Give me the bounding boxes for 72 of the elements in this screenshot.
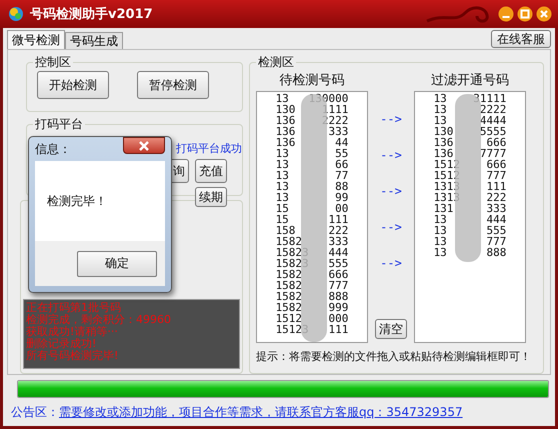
phone-number: 13 55 bbox=[274, 148, 350, 159]
hint-text: 提示：将需要检测的文件拖入或粘贴待检测编辑框即可！ bbox=[256, 349, 532, 364]
phone-number: 13 4444 bbox=[432, 115, 508, 126]
phone-number: 13 66 bbox=[274, 159, 350, 170]
log-line: 正在打码第1批号码 bbox=[26, 302, 122, 314]
phone-number: 136 7777 bbox=[432, 148, 508, 159]
app-icon bbox=[8, 6, 24, 22]
column-header: 待检测号码 bbox=[278, 72, 346, 90]
maximize-button[interactable] bbox=[517, 6, 533, 22]
phone-number: 13 2222 bbox=[432, 104, 508, 115]
phone-number: 13 99 bbox=[274, 192, 350, 203]
filtered-number-list[interactable]: 13 31111 13 2222 13 4444 130 5555 136 666 136 7777 1512 666 1512 777 1313 111 1313 222 131 333 13 444 13 555 13 777 13 888 bbox=[414, 91, 526, 343]
phone-number: 13 888 bbox=[432, 247, 508, 258]
minimize-button[interactable] bbox=[498, 6, 514, 22]
renew-button[interactable]: 续期 bbox=[195, 187, 227, 207]
phone-number: 13 130000 bbox=[274, 93, 350, 104]
arrow-text: --> bbox=[380, 111, 402, 128]
phone-number: 158 222 bbox=[274, 225, 350, 236]
phone-number: 13 31111 bbox=[432, 93, 508, 104]
close-button[interactable] bbox=[123, 137, 165, 154]
close-button[interactable] bbox=[536, 6, 552, 22]
log-line: 删除记录成功! bbox=[26, 338, 96, 350]
group-title: 检测区 bbox=[257, 54, 295, 71]
arrow-text: --> bbox=[380, 219, 402, 236]
phone-number: 15 111 bbox=[274, 214, 350, 225]
recharge-button[interactable]: 充值 bbox=[195, 159, 227, 183]
control-button[interactable]: 开始检测 bbox=[37, 71, 109, 99]
notice-label: 公告区： bbox=[11, 404, 59, 421]
phone-number: 131 333 bbox=[432, 203, 508, 214]
arrow-text: --> bbox=[380, 183, 402, 200]
phone-number: 1582 333 bbox=[274, 236, 350, 247]
phone-number: 13 444 bbox=[432, 214, 508, 225]
phone-number: 1313 111 bbox=[432, 181, 508, 192]
group-title: 控制区 bbox=[34, 54, 72, 71]
phone-number: 13 77 bbox=[274, 170, 350, 181]
close-icon bbox=[138, 140, 150, 150]
log-line: 所有号码检测完毕! bbox=[26, 350, 120, 362]
dialog-title: 信息： bbox=[35, 140, 71, 158]
log-line: 检测完成，剩余积分：49960 bbox=[26, 314, 172, 326]
arrow-text: --> bbox=[380, 147, 402, 164]
clear-button[interactable]: 清空 bbox=[375, 319, 407, 339]
log-line: 获取成功!请稍等··· bbox=[26, 326, 119, 338]
online-service-button[interactable]: 在线客服 bbox=[491, 30, 551, 48]
phone-number: 1582 888 bbox=[274, 291, 350, 302]
phone-number: 1512 000 bbox=[274, 313, 350, 324]
dialog-message: 检测完毕！ bbox=[47, 192, 107, 210]
window-title: 号码检测助手v2017 bbox=[30, 6, 153, 23]
status-text: 打码平台成功 bbox=[176, 141, 242, 156]
phone-number: 1582 777 bbox=[274, 280, 350, 291]
phone-number: 1582 666 bbox=[274, 269, 350, 280]
tab[interactable]: 微号检测 bbox=[7, 30, 65, 49]
phone-number: 136 666 bbox=[432, 137, 508, 148]
phone-number: 1512 777 bbox=[432, 170, 508, 181]
phone-number: 13 777 bbox=[432, 236, 508, 247]
phone-number: 1582 999 bbox=[274, 302, 350, 313]
phone-number: 1512 666 bbox=[432, 159, 508, 170]
column-header: 过滤开通号码 bbox=[430, 72, 510, 90]
phone-number: 15 00 bbox=[274, 203, 350, 214]
control-button[interactable]: 暂停检测 bbox=[137, 71, 209, 99]
phone-number: 13 555 bbox=[432, 225, 508, 236]
phone-number: 130 1111 bbox=[274, 104, 350, 115]
phone-number: 136 333 bbox=[274, 126, 350, 137]
phone-number: 136 44 bbox=[274, 137, 350, 148]
phone-number: 1313 222 bbox=[432, 192, 508, 203]
group-title: 打码平台 bbox=[34, 116, 84, 133]
ok-button[interactable]: 确定 bbox=[77, 250, 157, 276]
arrow-text: --> bbox=[380, 255, 402, 272]
phone-number: 130 5555 bbox=[432, 126, 508, 137]
tab[interactable]: 号码生成 bbox=[65, 32, 123, 49]
phone-number: 136 2222 bbox=[274, 115, 350, 126]
phone-number: 13 88 bbox=[274, 181, 350, 192]
notice-link[interactable]: 需要修改或添加功能，项目合作等需求，请联系官方客服qq：3547329357 bbox=[59, 404, 463, 421]
